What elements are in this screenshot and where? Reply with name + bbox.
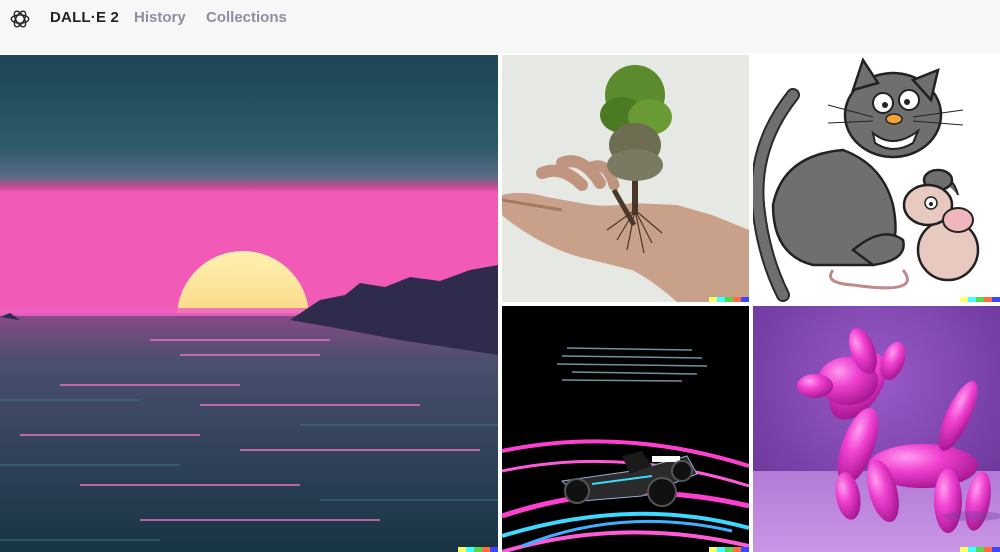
signature-swatch <box>741 297 749 302</box>
signature-swatch <box>490 547 498 552</box>
nav-collections[interactable]: Collections <box>206 9 287 26</box>
signature-swatch <box>482 547 490 552</box>
signature-swatch <box>709 297 717 302</box>
gallery-image-race-car[interactable] <box>502 306 749 552</box>
dalle-signature <box>960 297 1000 302</box>
signature-swatch <box>717 297 725 302</box>
signature-swatch <box>466 547 474 552</box>
signature-swatch <box>458 547 466 552</box>
dalle-signature <box>709 297 749 302</box>
signature-swatch <box>984 547 992 552</box>
gallery-image-sunset[interactable] <box>0 55 498 552</box>
signature-swatch <box>733 297 741 302</box>
signature-swatch <box>992 297 1000 302</box>
signature-swatch <box>960 297 968 302</box>
gallery-image-cat-mouse[interactable] <box>753 55 1000 302</box>
signature-swatch <box>474 547 482 552</box>
signature-swatch <box>968 547 976 552</box>
signature-swatch <box>741 547 749 552</box>
signature-swatch <box>725 297 733 302</box>
dalle-signature <box>458 547 498 552</box>
dalle-signature <box>709 547 749 552</box>
brand-title[interactable]: DALL·E 2 <box>50 9 119 26</box>
signature-swatch <box>968 297 976 302</box>
signature-swatch <box>976 547 984 552</box>
top-bar: DALL·E 2 History Collections <box>0 0 1000 53</box>
signature-swatch <box>976 297 984 302</box>
signature-swatch <box>992 547 1000 552</box>
gallery-image-balloon-dog[interactable] <box>753 306 1000 552</box>
signature-swatch <box>709 547 717 552</box>
signature-swatch <box>733 547 741 552</box>
signature-swatch <box>984 297 992 302</box>
signature-swatch <box>960 547 968 552</box>
signature-swatch <box>717 547 725 552</box>
gallery-image-tree-hand[interactable] <box>502 55 749 302</box>
dalle-signature <box>960 547 1000 552</box>
nav-history[interactable]: History <box>134 9 186 26</box>
signature-swatch <box>725 547 733 552</box>
openai-logo-icon[interactable] <box>9 8 31 30</box>
